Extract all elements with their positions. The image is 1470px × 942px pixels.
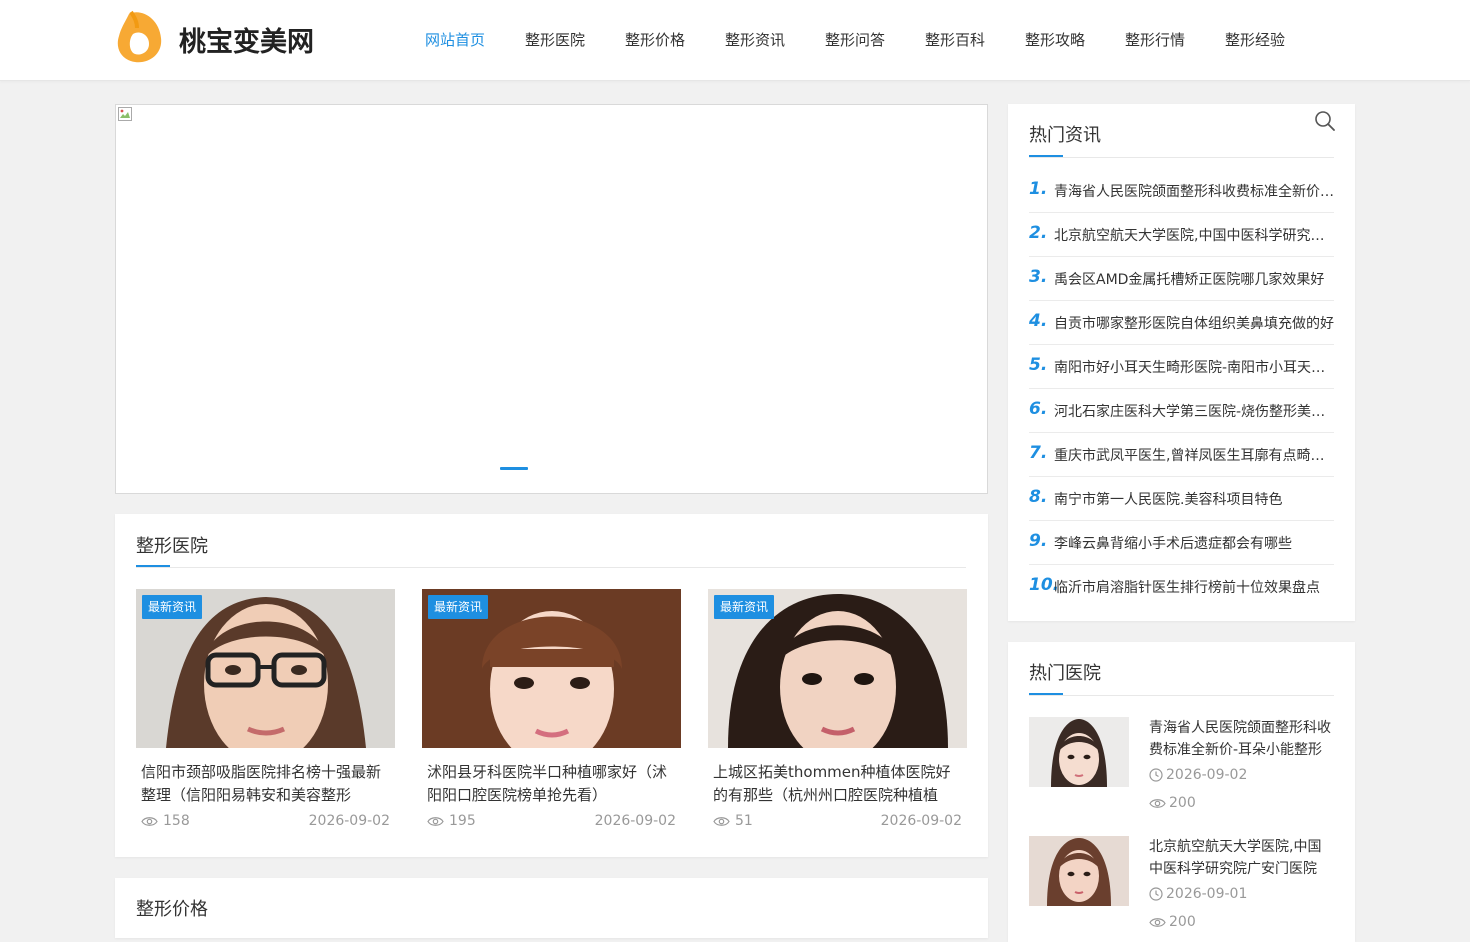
rank-number: 1. <box>1029 179 1048 199</box>
rank-number: 6. <box>1029 399 1048 419</box>
view-count: 51 <box>713 813 753 829</box>
article-meta: 158 2026-09-02 <box>136 813 395 835</box>
clock-icon <box>1149 887 1163 901</box>
hot-news-item[interactable]: 7. 重庆市武凤平医生,曾祥凤医生耳廓有点畸形矫正 <box>1029 433 1334 477</box>
rank-number: 8. <box>1029 487 1048 507</box>
hot-news-item[interactable]: 1. 青海省人民医院颌面整形科收费标准全新价格表 <box>1029 169 1334 213</box>
hospital-thumbnail[interactable] <box>1029 836 1129 906</box>
section-title: 整形价格 <box>136 899 208 920</box>
hot-news-panel: 热门资讯 1. 青海省人民医院颌面整形科收费标准全新价格表 2. 北京航空航天大学医… <box>1008 104 1355 621</box>
hot-news-link[interactable]: 禹会区AMD金属托槽矫正医院哪几家效果好 <box>1054 269 1334 289</box>
hot-news-link[interactable]: 临沂市肩溶脂针医生排行榜前十位效果盘点 <box>1054 577 1334 597</box>
logo-icon <box>117 10 162 63</box>
nav-market[interactable]: 整形行情 <box>1105 0 1205 80</box>
eye-icon <box>713 816 730 826</box>
hospital-views: 200 <box>1149 914 1196 930</box>
article-meta: 195 2026-09-02 <box>422 813 681 835</box>
banner-slider[interactable] <box>115 104 988 494</box>
rank-number: 10. <box>1029 575 1060 595</box>
hospital-title[interactable]: 北京航空航天大学医院,中国中医科学研究院广安门医院 <box>1149 836 1334 880</box>
hot-news-item[interactable]: 9. 李峰云鼻背缩小手术后遗症都会有哪些 <box>1029 521 1334 565</box>
section-divider <box>136 567 966 568</box>
article-card[interactable]: 最新资讯 信阳市颈部吸脂医院排名榜十强最新整理（信阳阳易韩安和美容整形 158 … <box>136 589 395 835</box>
site-header: 桃宝变美网 网站首页 整形医院 整形价格 整形资讯 整形问答 整形百科 整形攻略… <box>0 0 1470 81</box>
hot-news-item[interactable]: 2. 北京航空航天大学医院,中国中医科学研究院广安门医院 <box>1029 213 1334 257</box>
hospital-section: 整形医院 最新资讯 信阳市颈部吸脂医院排名榜十强最新整理（信阳阳易韩安和美容整形 <box>115 514 988 857</box>
hot-hospitals-title: 热门医院 <box>1029 663 1101 684</box>
section-divider <box>1029 157 1334 158</box>
hot-news-title: 热门资讯 <box>1029 125 1101 146</box>
eye-icon <box>1149 917 1166 927</box>
nav-qa[interactable]: 整形问答 <box>805 0 905 80</box>
hot-news-item[interactable]: 5. 南阳市好小耳天生畸形医院-南阳市小耳天生畸形医院排名 <box>1029 345 1334 389</box>
article-title[interactable]: 信阳市颈部吸脂医院排名榜十强最新整理（信阳阳易韩安和美容整形 <box>141 761 391 807</box>
rank-number: 7. <box>1029 443 1048 463</box>
section-title: 整形医院 <box>136 536 208 557</box>
hot-news-item[interactable]: 3. 禹会区AMD金属托槽矫正医院哪几家效果好 <box>1029 257 1334 301</box>
hot-news-item[interactable]: 10. 临沂市肩溶脂针医生排行榜前十位效果盘点 <box>1029 565 1334 608</box>
main-nav: 网站首页 整形医院 整形价格 整形资讯 整形问答 整形百科 整形攻略 整形行情 … <box>405 0 1305 80</box>
view-count: 195 <box>427 813 476 829</box>
nav-home[interactable]: 网站首页 <box>405 0 505 80</box>
eye-icon <box>141 816 158 826</box>
nav-guides[interactable]: 整形攻略 <box>1005 0 1105 80</box>
hot-news-link[interactable]: 南宁市第一人民医院.美容科项目特色 <box>1054 489 1334 509</box>
rank-number: 4. <box>1029 311 1048 331</box>
nav-hospitals[interactable]: 整形医院 <box>505 0 605 80</box>
article-meta: 51 2026-09-02 <box>708 813 967 835</box>
hot-news-item[interactable]: 6. 河北石家庄医科大学第三医院-烧伤整形美容科 <box>1029 389 1334 433</box>
rank-number: 5. <box>1029 355 1048 375</box>
hot-news-list: 1. 青海省人民医院颌面整形科收费标准全新价格表 2. 北京航空航天大学医院,中国中… <box>1029 169 1334 608</box>
broken-image-icon <box>118 107 132 121</box>
hot-news-link[interactable]: 青海省人民医院颌面整形科收费标准全新价格表 <box>1054 181 1334 201</box>
hot-news-link[interactable]: 李峰云鼻背缩小手术后遗症都会有哪些 <box>1054 533 1334 553</box>
view-count: 158 <box>141 813 190 829</box>
hospital-thumbnail[interactable] <box>1029 717 1129 787</box>
hospital-date: 2026-09-01 <box>1149 886 1247 902</box>
slider-indicator[interactable] <box>500 467 528 470</box>
eye-icon <box>427 816 444 826</box>
article-date: 2026-09-02 <box>308 813 390 829</box>
article-thumbnail[interactable]: 最新资讯 <box>708 589 967 748</box>
article-title[interactable]: 沭阳县牙科医院半口种植哪家好（沭阳阳口腔医院榜单抢先看） <box>427 761 677 807</box>
rank-number: 3. <box>1029 267 1048 287</box>
rank-number: 2. <box>1029 223 1048 243</box>
article-card[interactable]: 最新资讯 沭阳县牙科医院半口种植哪家好（沭阳阳口腔医院榜单抢先看） 195 20… <box>422 589 681 835</box>
article-date: 2026-09-02 <box>880 813 962 829</box>
article-title[interactable]: 上城区拓美thommen种植体医院好的有那些（杭州州口腔医院种植植 <box>713 761 963 807</box>
hot-news-item[interactable]: 8. 南宁市第一人民医院.美容科项目特色 <box>1029 477 1334 521</box>
hospital-title[interactable]: 青海省人民医院颌面整形科收费标准全新价-耳朵小能整形吗 <box>1149 717 1334 761</box>
price-section: 整形价格 <box>115 878 988 938</box>
hot-hospitals-panel: 热门医院 青海省人民医院颌面整形科收费标准全新价-耳朵小能整形吗 2026-09… <box>1008 642 1355 942</box>
hot-news-link[interactable]: 河北石家庄医科大学第三医院-烧伤整形美容科 <box>1054 401 1334 421</box>
eye-icon <box>1149 798 1166 808</box>
hot-news-link[interactable]: 南阳市好小耳天生畸形医院-南阳市小耳天生畸形医院排名 <box>1054 357 1334 377</box>
article-tag[interactable]: 最新资讯 <box>142 595 203 619</box>
section-divider <box>1029 695 1334 696</box>
article-date: 2026-09-02 <box>594 813 676 829</box>
article-tag[interactable]: 最新资讯 <box>428 595 489 619</box>
site-logo[interactable]: 桃宝变美网 <box>115 10 335 66</box>
hot-news-link[interactable]: 自贡市哪家整形医院自体组织美鼻填充做的好 <box>1054 313 1334 333</box>
rank-number: 9. <box>1029 531 1048 551</box>
nav-prices[interactable]: 整形价格 <box>605 0 705 80</box>
hot-news-link[interactable]: 北京航空航天大学医院,中国中医科学研究院广安门医院 <box>1054 225 1334 245</box>
article-tag[interactable]: 最新资讯 <box>714 595 775 619</box>
search-icon[interactable] <box>1314 110 1336 132</box>
article-card[interactable]: 最新资讯 上城区拓美thommen种植体医院好的有那些（杭州州口腔医院种植植 5… <box>708 589 967 835</box>
hospital-date: 2026-09-02 <box>1149 767 1247 783</box>
nav-news[interactable]: 整形资讯 <box>705 0 805 80</box>
nav-experience[interactable]: 整形经验 <box>1205 0 1305 80</box>
hospital-views: 200 <box>1149 795 1196 811</box>
nav-encyclopedia[interactable]: 整形百科 <box>905 0 1005 80</box>
site-name: 桃宝变美网 <box>179 27 314 58</box>
clock-icon <box>1149 768 1163 782</box>
article-thumbnail[interactable]: 最新资讯 <box>136 589 395 748</box>
hot-news-link[interactable]: 重庆市武凤平医生,曾祥凤医生耳廓有点畸形矫正 <box>1054 445 1334 465</box>
hot-news-item[interactable]: 4. 自贡市哪家整形医院自体组织美鼻填充做的好 <box>1029 301 1334 345</box>
article-thumbnail[interactable]: 最新资讯 <box>422 589 681 748</box>
